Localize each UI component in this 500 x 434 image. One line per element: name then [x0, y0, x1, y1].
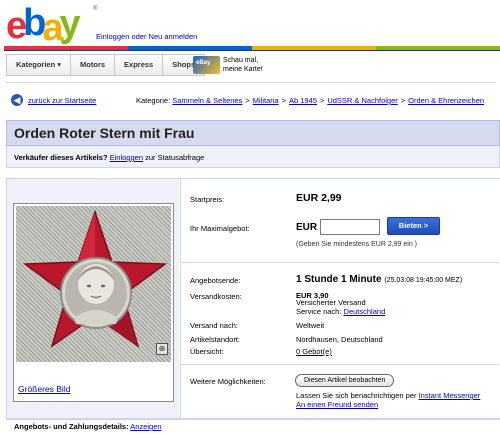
bid-button[interactable]: Bieten >: [387, 217, 440, 235]
send-to-friend-link[interactable]: An einen Freund senden: [296, 400, 500, 409]
bid-count-link[interactable]: 0 Gebot(e): [296, 347, 332, 356]
section-divider: [181, 364, 499, 365]
more-options-label: Weitere Möglichkeiten:: [190, 377, 266, 386]
service-prefix: Service nach:: [296, 306, 342, 316]
breadcrumb-item-sammeln[interactable]: Sammeln & Seltenes: [172, 96, 242, 105]
end-label: Angebotsende:: [190, 276, 241, 285]
time-remaining: 1 Stunde 1 Minute: [296, 274, 382, 285]
footer-divider: [6, 418, 500, 419]
payment-details: Angebots- und Zahlungsdetails: Anzeigen: [14, 422, 162, 431]
bid-hint: (Geben Sie mindestens EUR 2,99 ein ): [296, 241, 418, 248]
shipping-label: Versandkosten:: [190, 292, 242, 301]
item-title: Orden Roter Stern mit Frau: [14, 125, 195, 141]
max-bid-label: Ihr Maximalgebot:: [190, 224, 250, 233]
breadcrumb-item-udssr[interactable]: UdSSR & Nachfolger: [327, 96, 397, 105]
logo-letter-a: a: [42, 7, 63, 49]
overview-label: Übersicht:: [190, 347, 224, 356]
breadcrumb-prefix: Kategorie:: [136, 96, 171, 105]
breadcrumb-item-ab-1945[interactable]: Ab 1945: [289, 96, 317, 105]
end-time: 1 Stunde 1 Minute (25.03.08 19:45:00 MEZ…: [296, 274, 462, 285]
shipping-details: Versicherter Versand Service nach: Deuts…: [296, 298, 386, 317]
pane-divider: [180, 179, 181, 419]
ebay-logo[interactable]: ebay: [6, 2, 92, 49]
breadcrumb-separator: >: [281, 96, 286, 105]
ship-to-label: Versand nach:: [190, 321, 238, 330]
max-bid-input[interactable]: [320, 219, 380, 235]
logo-letter-e: e: [6, 5, 27, 47]
back-arrow-icon[interactable]: ◀: [11, 94, 23, 106]
start-price-label: Startpreis:: [190, 195, 225, 204]
end-timestamp: (25.03.08 19:45:00 MEZ): [384, 277, 463, 284]
larger-image-link[interactable]: Größeres Bild: [18, 384, 70, 394]
header-separator: [6, 82, 496, 83]
card-promo[interactable]: Schau mal, meine Karte!: [193, 54, 263, 76]
service-country-link[interactable]: Deutschland: [344, 307, 386, 316]
breadcrumb-item-orden[interactable]: Orden & Ehrenzeichen: [408, 96, 484, 105]
nav-express[interactable]: Express: [115, 55, 164, 75]
watch-item-button[interactable]: Diesen Artikel beobachten: [295, 374, 395, 387]
seller-login-link[interactable]: Einloggen: [110, 153, 143, 162]
promo-line-2: meine Karte!: [223, 66, 263, 73]
trademark-symbol: ®: [93, 6, 98, 12]
show-payment-details-link[interactable]: Anzeigen: [130, 422, 161, 431]
logo-letter-b: b: [23, 2, 46, 44]
breadcrumb-separator: >: [400, 96, 406, 105]
promo-line-1: Schau mal,: [223, 57, 259, 64]
seller-label: Verkäufer dieses Artikels?: [14, 153, 108, 162]
logo-letter-y: y: [59, 3, 81, 45]
notify-options: Lassen Sie sich benachrichtigen per Inst…: [296, 391, 500, 409]
location-value: Nordhausen, Deutschland: [296, 335, 383, 344]
notify-line: Lassen Sie sich benachrichtigen per Inst…: [296, 391, 500, 400]
ship-to-value: Weltweit: [296, 321, 325, 330]
zoom-icon[interactable]: ⊕: [156, 343, 168, 355]
instant-messenger-link[interactable]: Instant Messenger: [419, 391, 481, 400]
seller-status-text: Verkäufer dieses Artikels? Einloggen zur…: [14, 153, 204, 162]
payment-details-label: Angebots- und Zahlungsdetails:: [14, 422, 129, 431]
promo-text: Schau mal, meine Karte!: [223, 56, 263, 74]
start-price-value: EUR 2,99: [296, 192, 342, 204]
location-label: Artikelstandort:: [190, 335, 241, 344]
shipping-service: Service nach: Deutschland: [296, 306, 386, 317]
breadcrumb-separator: >: [319, 96, 325, 105]
notify-text: Lassen Sie sich benachrichtigen per: [296, 391, 417, 400]
item-photo[interactable]: [16, 206, 171, 362]
credit-card-icon: [193, 56, 220, 74]
brand-stripe-line: [4, 50, 500, 51]
nav-motors[interactable]: Motors: [71, 55, 116, 75]
seller-suffix: zur Statusabfrage: [145, 153, 205, 162]
main-nav: Kategorien ▾ Motors Express Shops: [6, 54, 206, 76]
section-divider: [181, 262, 499, 263]
signin-link[interactable]: Einloggen oder Neu anmelden: [96, 32, 197, 41]
bid-currency: EUR: [296, 222, 318, 233]
red-star-medal-image: [22, 209, 168, 348]
nav-categories[interactable]: Kategorien ▾: [7, 55, 72, 75]
breadcrumb-separator: >: [245, 96, 250, 105]
breadcrumb: Kategorie: Sammeln & Seltenes > Militaria >…: [136, 96, 484, 105]
breadcrumb-item-militaria[interactable]: Militaria: [253, 96, 279, 105]
back-to-home-link[interactable]: zurück zur Startseite: [28, 96, 96, 105]
